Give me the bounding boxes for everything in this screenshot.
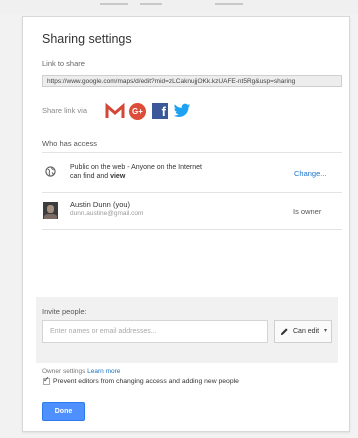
sharing-settings-dialog: Sharing settings Link to share https://w… [22,16,350,432]
owner-name: Austin Dunn (you) [70,200,131,209]
globe-icon [45,166,56,177]
pencil-icon [280,328,288,336]
gmail-icon[interactable] [105,102,125,120]
prevent-editors-label: Prevent editors from changing access and… [53,378,239,385]
twitter-icon[interactable] [173,103,191,119]
google-plus-icon[interactable]: G+ [129,103,146,120]
background-divider [215,3,243,5]
public-access-view-bold: view [110,173,126,180]
chevron-down-icon: ▾ [324,328,328,334]
background-divider [140,3,162,5]
facebook-icon[interactable]: f [152,103,168,119]
invite-people-label: Invite people: [42,307,87,316]
avatar [43,202,58,219]
invite-input[interactable]: Enter names or email addresses... [42,320,268,343]
share-link-via-label: Share link via [42,106,88,115]
invite-people-panel: Invite people: Enter names or email addr… [36,297,338,363]
link-to-share-label: Link to share [42,59,85,68]
dialog-title: Sharing settings [42,32,132,46]
prevent-editors-checkbox[interactable]: ✓ [43,375,50,385]
owner-email: dunn.austine@gmail.com [70,210,144,217]
background-divider [100,3,128,5]
who-has-access-label: Who has access [42,139,98,148]
public-access-description: Public on the web - Anyone on the Intern… [70,163,250,181]
public-access-line1: Public on the web - Anyone on the Intern… [70,164,202,171]
divider [42,152,342,153]
divider [42,229,342,230]
avatar-face [47,205,54,213]
change-access-link[interactable]: Change... [294,169,327,178]
learn-more-link[interactable]: Learn more [87,368,120,375]
owner-settings-row: Owner settings Learn more [42,368,120,375]
checkmark-icon: ✓ [43,375,50,384]
owner-role: Is owner [293,207,322,216]
permission-label: Can edit [293,328,320,335]
background-top-strip [0,0,358,14]
owner-settings-label: Owner settings [42,368,86,375]
avatar-body [44,214,57,219]
permission-dropdown[interactable]: Can edit ▾ [274,320,332,343]
share-link-field[interactable]: https://www.google.com/maps/d/edit?mid=z… [42,75,342,87]
public-access-line2-prefix: can find and [70,173,111,180]
done-button[interactable]: Done [42,402,85,421]
divider [42,192,342,193]
